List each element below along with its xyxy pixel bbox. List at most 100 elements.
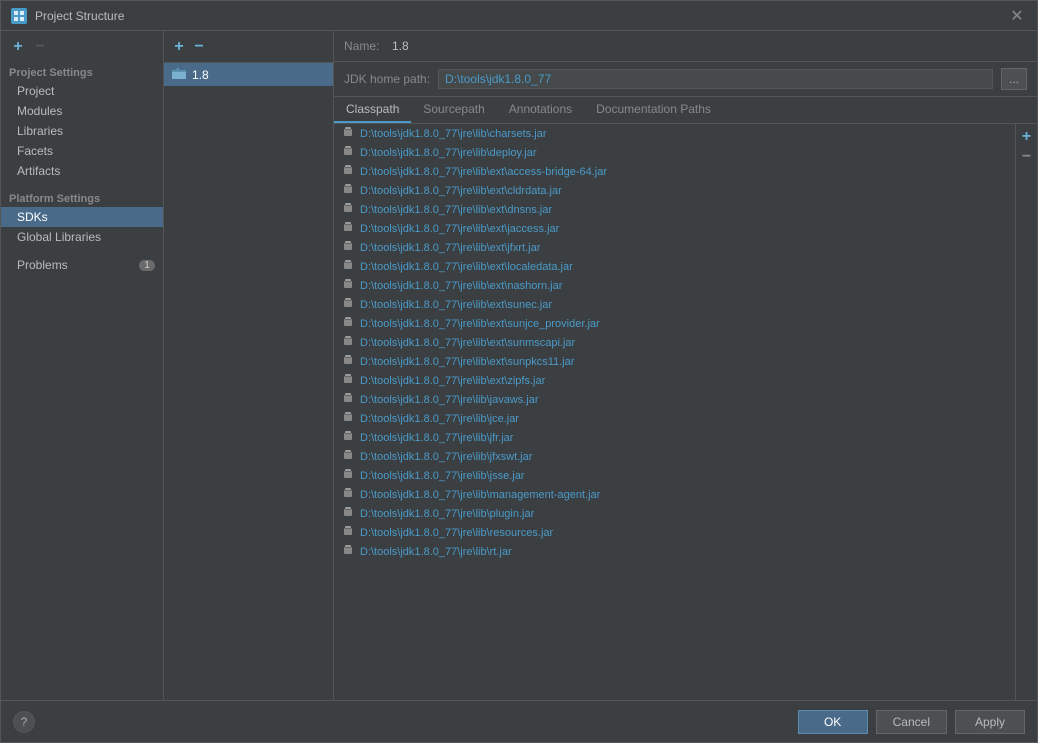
sdk-folder-icon [172,67,186,82]
list-item[interactable]: D:\tools\jdk1.8.0_77\jre\lib\ext\dnsns.j… [334,200,1015,219]
sidebar-item-label: Project [17,84,54,98]
classpath-item-text: D:\tools\jdk1.8.0_77\jre\lib\charsets.ja… [360,128,546,140]
classpath-add-button[interactable]: + [1018,128,1036,146]
list-item[interactable]: D:\tools\jdk1.8.0_77\jre\lib\management-… [334,485,1015,504]
list-item[interactable]: D:\tools\jdk1.8.0_77\jre\lib\ext\localed… [334,257,1015,276]
panels-container: + − 1.8 [164,31,1037,700]
list-item[interactable]: D:\tools\jdk1.8.0_77\jre\lib\ext\sunmsca… [334,333,1015,352]
list-item[interactable]: D:\tools\jdk1.8.0_77\jre\lib\ext\sunpkcs… [334,352,1015,371]
classpath-item-text: D:\tools\jdk1.8.0_77\jre\lib\ext\sunec.j… [360,299,552,311]
list-item[interactable]: D:\tools\jdk1.8.0_77\jre\lib\charsets.ja… [334,124,1015,143]
jar-icon [342,411,354,426]
list-item[interactable]: D:\tools\jdk1.8.0_77\jre\lib\ext\nashorn… [334,276,1015,295]
list-item[interactable]: D:\tools\jdk1.8.0_77\jre\lib\ext\sunec.j… [334,295,1015,314]
classpath-side-toolbar: + − [1015,124,1037,700]
classpath-item-text: D:\tools\jdk1.8.0_77\jre\lib\ext\sunpkcs… [360,356,574,368]
classpath-item-text: D:\tools\jdk1.8.0_77\jre\lib\ext\sunmsca… [360,337,575,349]
list-item[interactable]: D:\tools\jdk1.8.0_77\jre\lib\jsse.jar [334,466,1015,485]
classpath-item-text: D:\tools\jdk1.8.0_77\jre\lib\ext\zipfs.j… [360,375,545,387]
classpath-item-text: D:\tools\jdk1.8.0_77\jre\lib\jce.jar [360,413,519,425]
name-label: Name: [344,39,384,53]
tabs-bar: Classpath Sourcepath Annotations Documen… [334,97,1037,124]
jar-icon [342,183,354,198]
problems-label: Problems [17,258,68,272]
list-item[interactable]: D:\tools\jdk1.8.0_77\jre\lib\jce.jar [334,409,1015,428]
sdk-list-panel: + − 1.8 [164,31,334,700]
sdk-list: 1.8 [164,63,333,700]
jar-icon [342,202,354,217]
jar-icon [342,240,354,255]
name-value: 1.8 [392,39,1027,53]
tab-annotations[interactable]: Annotations [497,97,584,123]
classpath-item-text: D:\tools\jdk1.8.0_77\jre\lib\ext\jfxrt.j… [360,242,540,254]
jar-icon [342,316,354,331]
sidebar-item-global-libraries[interactable]: Global Libraries [1,227,163,247]
jar-icon [342,221,354,236]
classpath-item-text: D:\tools\jdk1.8.0_77\jre\lib\ext\cldrdat… [360,185,562,197]
jdk-home-browse-button[interactable]: ... [1001,68,1027,90]
list-item[interactable]: D:\tools\jdk1.8.0_77\jre\lib\jfxswt.jar [334,447,1015,466]
sidebar-item-label: Global Libraries [17,230,101,244]
sidebar-item-facets[interactable]: Facets [1,141,163,161]
sidebar-item-libraries[interactable]: Libraries [1,121,163,141]
classpath-remove-button[interactable]: − [1018,148,1036,166]
list-item[interactable]: D:\tools\jdk1.8.0_77\jre\lib\ext\jfxrt.j… [334,238,1015,257]
sidebar-divider [1,181,163,189]
classpath-item-text: D:\tools\jdk1.8.0_77\jre\lib\management-… [360,489,600,501]
jar-icon [342,126,354,141]
sdk-list-toolbar: + − [164,31,333,63]
close-button[interactable]: ✕ [1007,6,1027,26]
jar-icon [342,525,354,540]
list-item[interactable]: D:\tools\jdk1.8.0_77\jre\lib\jfr.jar [334,428,1015,447]
jdk-home-input[interactable] [438,69,993,89]
sidebar-item-modules[interactable]: Modules [1,101,163,121]
sidebar-add-button[interactable]: + [9,38,27,56]
list-item[interactable]: D:\tools\jdk1.8.0_77\jre\lib\javaws.jar [334,390,1015,409]
classpath-item-text: D:\tools\jdk1.8.0_77\jre\lib\plugin.jar [360,508,534,520]
name-row: Name: 1.8 [334,31,1037,62]
sidebar-item-sdks[interactable]: SDKs [1,207,163,227]
detail-panel: Name: 1.8 JDK home path: ... Classpath S… [334,31,1037,700]
sdk-item[interactable]: 1.8 [164,63,333,86]
list-item[interactable]: D:\tools\jdk1.8.0_77\jre\lib\ext\jaccess… [334,219,1015,238]
classpath-item-text: D:\tools\jdk1.8.0_77\jre\lib\ext\dnsns.j… [360,204,552,216]
jar-icon [342,259,354,274]
list-item[interactable]: D:\tools\jdk1.8.0_77\jre\lib\plugin.jar [334,504,1015,523]
sidebar-item-artifacts[interactable]: Artifacts [1,161,163,181]
jdk-home-row: JDK home path: ... [334,62,1037,97]
sidebar-item-label: SDKs [17,210,48,224]
list-item[interactable]: D:\tools\jdk1.8.0_77\jre\lib\ext\zipfs.j… [334,371,1015,390]
list-item[interactable]: D:\tools\jdk1.8.0_77\jre\lib\ext\sunjce_… [334,314,1015,333]
sidebar-item-project[interactable]: Project [1,81,163,101]
jar-icon [342,544,354,559]
tab-classpath[interactable]: Classpath [334,97,411,123]
tab-sourcepath[interactable]: Sourcepath [411,97,496,123]
jdk-home-label: JDK home path: [344,72,430,86]
sidebar-item-label: Libraries [17,124,63,138]
jar-icon [342,335,354,350]
classpath-panel: D:\tools\jdk1.8.0_77\jre\lib\charsets.ja… [334,124,1037,700]
sdk-add-button[interactable]: + [170,38,188,56]
list-item[interactable]: D:\tools\jdk1.8.0_77\jre\lib\resources.j… [334,523,1015,542]
apply-button[interactable]: Apply [955,710,1025,734]
app-icon [11,8,27,24]
sidebar-item-problems[interactable]: Problems 1 [1,255,163,275]
classpath-item-text: D:\tools\jdk1.8.0_77\jre\lib\jfr.jar [360,432,513,444]
jar-icon [342,449,354,464]
cancel-button[interactable]: Cancel [876,710,947,734]
classpath-item-text: D:\tools\jdk1.8.0_77\jre\lib\javaws.jar [360,394,539,406]
bottom-bar: ? OK Cancel Apply [1,700,1037,742]
list-item[interactable]: D:\tools\jdk1.8.0_77\jre\lib\deploy.jar [334,143,1015,162]
list-item[interactable]: D:\tools\jdk1.8.0_77\jre\lib\ext\access-… [334,162,1015,181]
sidebar-toolbar: + − [1,31,163,63]
tab-documentation-paths[interactable]: Documentation Paths [584,97,723,123]
classpath-item-text: D:\tools\jdk1.8.0_77\jre\lib\resources.j… [360,527,553,539]
ok-button[interactable]: OK [798,710,868,734]
classpath-item-text: D:\tools\jdk1.8.0_77\jre\lib\ext\access-… [360,166,607,178]
classpath-item-text: D:\tools\jdk1.8.0_77\jre\lib\deploy.jar [360,147,537,159]
help-button[interactable]: ? [13,711,35,733]
sdk-remove-button[interactable]: − [190,38,208,56]
jar-icon [342,373,354,388]
list-item[interactable]: D:\tools\jdk1.8.0_77\jre\lib\ext\cldrdat… [334,181,1015,200]
list-item[interactable]: D:\tools\jdk1.8.0_77\jre\lib\rt.jar [334,542,1015,561]
